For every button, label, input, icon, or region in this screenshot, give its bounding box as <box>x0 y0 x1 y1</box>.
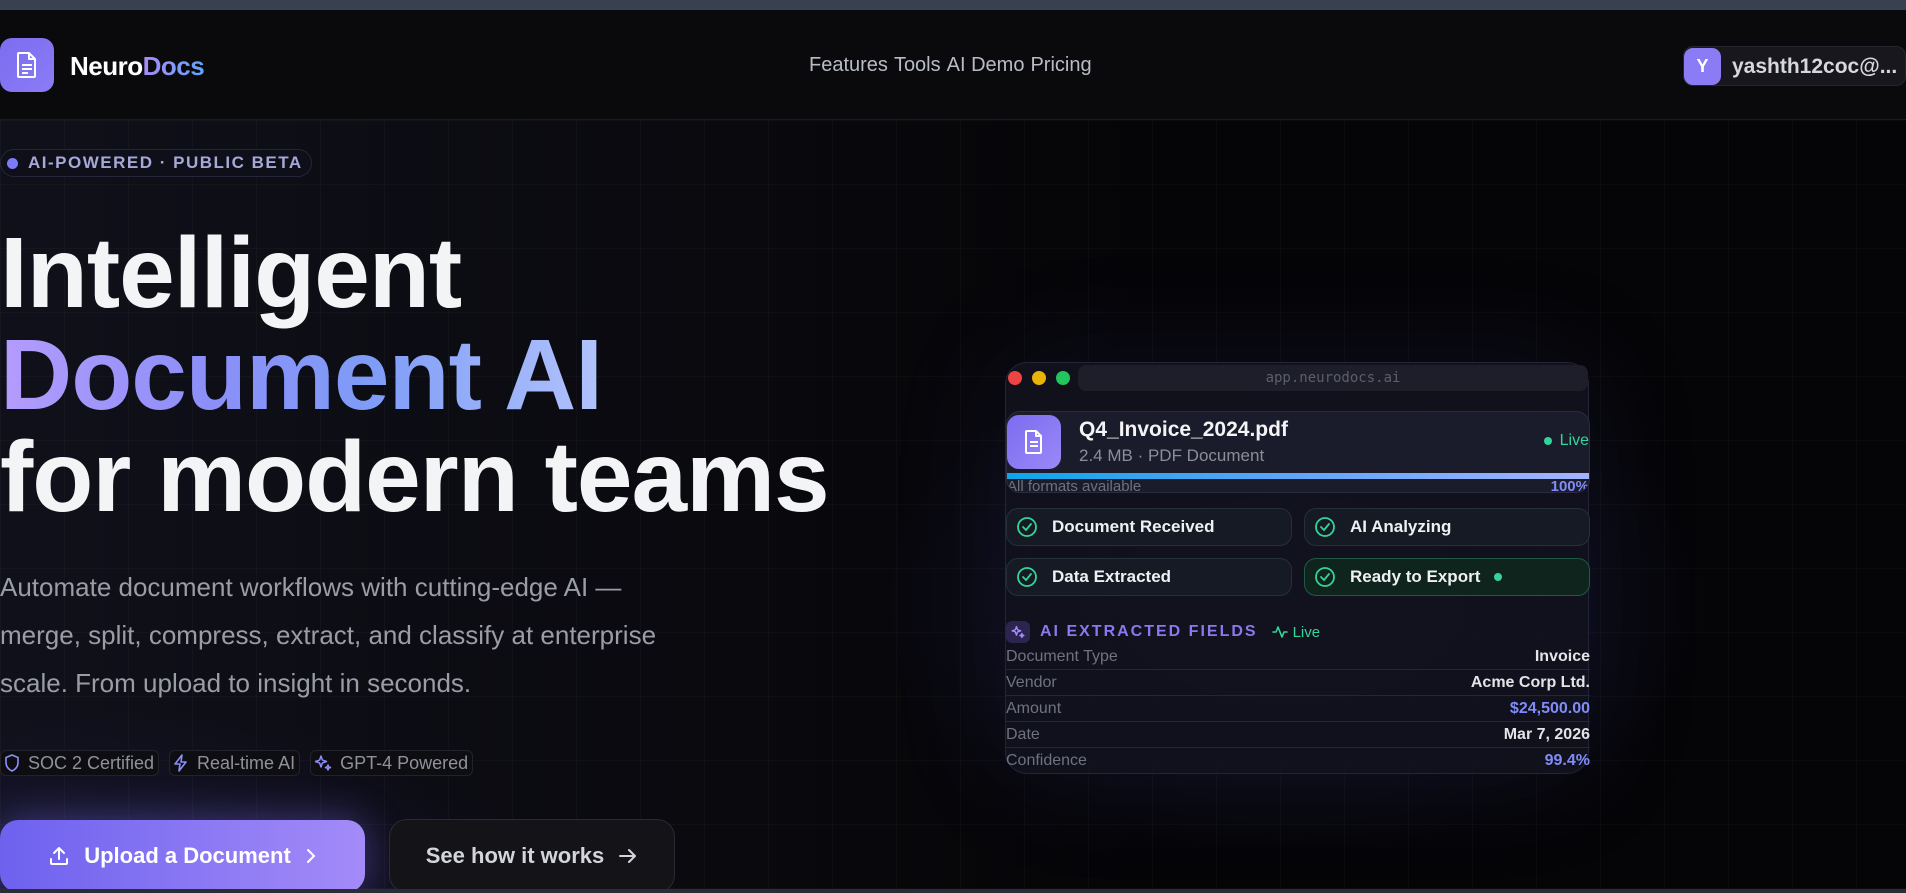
field-row-document-type: Document Type Invoice <box>1006 644 1590 670</box>
field-value: Mar 7, 2026 <box>1503 725 1590 743</box>
upload-document-label: Upload a Document <box>84 843 291 868</box>
field-key: Document Type <box>1006 647 1118 665</box>
main-nav: Features Tools AI Demo Pricing <box>809 54 1092 77</box>
badge-label: AI-POWERED · PUBLIC BETA <box>28 153 303 172</box>
trust-realtime-label: Real-time AI <box>197 752 296 773</box>
user-menu[interactable]: Y yashth12coc@... <box>1683 46 1906 86</box>
check-circle-icon <box>1017 517 1037 537</box>
extracted-fields-title: AI EXTRACTED FIELDS <box>1040 623 1258 640</box>
field-row-amount: Amount $24,500.00 <box>1006 696 1590 722</box>
see-how-it-works-button[interactable]: See how it works <box>389 819 675 893</box>
address-bar: app.neurodocs.ai <box>1078 365 1588 391</box>
check-circle-icon <box>1315 567 1335 587</box>
nav-features[interactable]: Features <box>809 54 888 77</box>
file-meta: 2.4 MB · PDF Document <box>1079 446 1265 465</box>
trust-realtime: Real-time AI <box>169 750 301 776</box>
brand-name-part2: Docs <box>142 51 205 81</box>
extracted-fields-header: AI EXTRACTED FIELDS Live <box>1006 621 1320 643</box>
browser-top-strip <box>0 0 1906 10</box>
file-name: Q4_Invoice_2024.pdf <box>1079 418 1288 441</box>
file-card: Q4_Invoice_2024.pdf 2.4 MB · PDF Documen… <box>1006 411 1590 493</box>
logo-icon[interactable] <box>0 38 54 92</box>
brand-name-part1: Neuro <box>70 51 143 81</box>
check-circle-icon <box>1315 517 1335 537</box>
step-label: AI Analyzing <box>1350 517 1452 536</box>
field-key: Confidence <box>1006 752 1087 769</box>
active-step-dot-icon <box>1494 573 1503 581</box>
chevron-right-icon <box>306 849 316 863</box>
app-preview-window: app.neurodocs.ai Q4_Invoice_2024.pdf 2.4… <box>1005 362 1590 774</box>
sparkles-icon <box>314 755 332 771</box>
trust-soc2: SOC 2 Certified <box>0 750 160 776</box>
step-ai-analyzing: AI Analyzing <box>1304 508 1590 546</box>
field-value: Acme Corp Ltd. <box>1470 673 1590 691</box>
document-icon <box>1007 415 1061 469</box>
nav-ai-demo[interactable]: AI Demo <box>947 54 1025 77</box>
step-label: Document Received <box>1052 517 1215 536</box>
field-row-date: Date Mar 7, 2026 <box>1006 722 1590 748</box>
field-row-confidence: Confidence 99.4% <box>1006 748 1590 774</box>
nav-tools[interactable]: Tools <box>894 54 941 77</box>
step-document-received: Document Received <box>1006 508 1292 546</box>
trust-soc2-label: SOC 2 Certified <box>28 752 155 773</box>
trust-gpt4-label: GPT-4 Powered <box>340 752 469 773</box>
shield-icon <box>5 754 19 772</box>
beta-badge: AI-POWERED · PUBLIC BETA <box>0 149 312 177</box>
step-ready-to-export: Ready to Export <box>1304 558 1590 596</box>
minimize-dot-icon <box>1032 371 1046 385</box>
fields-live-status: Live <box>1271 623 1321 641</box>
user-email: yashth12coc@... <box>1732 55 1898 78</box>
check-circle-icon <box>1017 567 1037 587</box>
arrow-right-icon <box>619 849 637 863</box>
progress-percent: 100% <box>1550 478 1589 493</box>
nav-pricing[interactable]: Pricing <box>1030 54 1091 77</box>
badge-dot <box>7 157 18 169</box>
lightning-icon <box>174 754 187 772</box>
progress-label: All formats available <box>1007 478 1142 493</box>
bottom-scrollbar-strip <box>0 889 1906 893</box>
sparkles-icon <box>1006 621 1030 643</box>
upload-icon <box>50 847 69 865</box>
window-titlebar: app.neurodocs.ai <box>1006 363 1590 393</box>
brand-name[interactable]: NeuroDocs <box>70 51 205 82</box>
see-how-it-works-label: See how it works <box>425 843 605 868</box>
field-value: $24,500.00 <box>1509 699 1590 717</box>
step-data-extracted: Data Extracted <box>1006 558 1292 596</box>
field-key: Vendor <box>1006 673 1057 691</box>
trust-gpt4: GPT-4 Powered <box>310 750 474 776</box>
live-status-label: Live <box>1559 432 1589 449</box>
trust-badges: SOC 2 Certified Real-time AI GPT-4 Power… <box>0 750 474 776</box>
site-header: NeuroDocs Features Tools AI Demo Pricing… <box>0 10 1906 120</box>
headline-line-1: Intelligent <box>0 217 462 329</box>
field-key: Date <box>1006 725 1040 743</box>
hero-subtitle: Automate document workflows with cutting… <box>0 572 657 698</box>
upload-document-button[interactable]: Upload a Document <box>0 820 365 892</box>
field-value: 99.4% <box>1544 752 1590 769</box>
headline-line-2: Document AI <box>0 324 829 426</box>
field-key: Amount <box>1006 699 1062 717</box>
hero-headline: Intelligent Document AI for modern teams <box>0 217 830 533</box>
close-dot-icon <box>1008 371 1022 385</box>
step-label: Ready to Export <box>1350 567 1481 586</box>
live-status: Live <box>1543 432 1589 450</box>
fields-live-label: Live <box>1292 623 1321 641</box>
step-label: Data Extracted <box>1052 567 1172 586</box>
live-dot-icon <box>1543 437 1552 445</box>
field-value: Invoice <box>1534 647 1590 665</box>
avatar: Y <box>1684 48 1721 85</box>
activity-icon <box>1271 626 1288 638</box>
field-row-vendor: Vendor Acme Corp Ltd. <box>1006 670 1590 696</box>
headline-line-3: for modern teams <box>0 421 830 533</box>
maximize-dot-icon <box>1056 371 1070 385</box>
